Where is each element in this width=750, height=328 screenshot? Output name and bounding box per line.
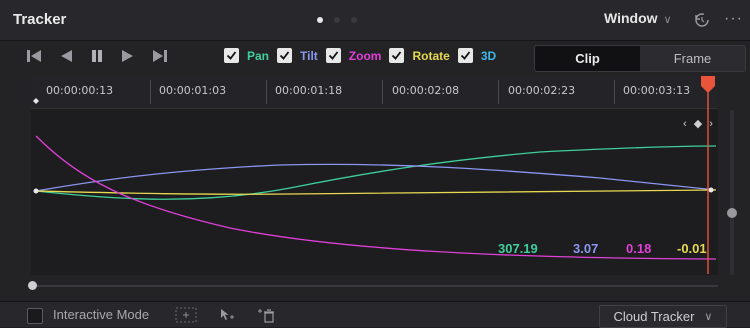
pan-value: 307.19 [498,241,538,256]
cloud-tracker-label: Cloud Tracker [613,309,695,324]
start-keyframe [33,188,39,194]
chevron-down-icon: ∨ [704,311,713,323]
insert-point-icon[interactable] [175,307,197,323]
add-track-point-icon[interactable] [218,307,236,323]
vertical-zoom-handle[interactable] [727,208,737,218]
keyframe-navigation[interactable]: ‹ ◆ › [683,117,715,130]
horizontal-scrollbar[interactable] [28,281,718,290]
tilt-curve [35,163,717,192]
tilt-value: 3.07 [573,241,599,256]
delete-track-point-icon[interactable] [256,307,276,323]
end-keyframe [708,187,714,193]
cloud-tracker-dropdown[interactable]: Cloud Tracker ∨ [599,305,727,328]
tracker-footer: Interactive Mode Cloud Tracker ∨ [0,301,750,328]
zoom-curve [35,135,717,260]
interactive-mode-checkbox[interactable] [27,308,43,324]
interactive-mode-label: Interactive Mode [53,307,150,322]
zoom-value: 0.18 [626,241,652,256]
tracker-panel: Tracker Window ∨ ··· Pan Tilt Zoom Rotat… [0,0,750,328]
rotate-curve [35,189,717,195]
ruler-keyframe-marker [33,98,39,104]
vertical-zoom-scrollbar[interactable] [727,110,737,275]
horizontal-scroll-handle[interactable] [28,281,37,290]
rotate-value: -0.01 [677,241,707,256]
playhead-handle [701,76,715,93]
tracking-curves [33,76,717,274]
